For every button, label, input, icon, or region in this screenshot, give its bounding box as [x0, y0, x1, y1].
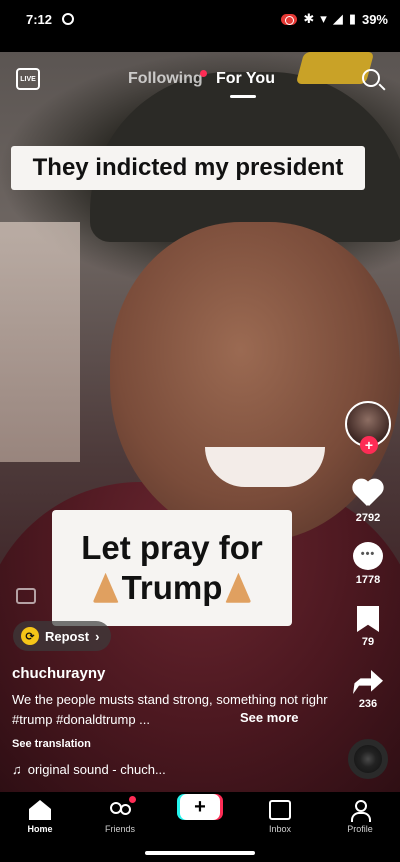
home-icon — [29, 800, 51, 820]
battery-icon: ▮ — [348, 11, 356, 26]
nav-inbox-label: Inbox — [268, 824, 292, 834]
nav-home-label: Home — [27, 824, 53, 834]
see-more-link[interactable]: See more — [240, 710, 299, 725]
search-icon[interactable] — [362, 69, 380, 87]
wifi-icon: ▾ — [320, 11, 327, 26]
see-translation-link[interactable]: See translation — [12, 738, 91, 750]
video-caption-top: They indicted my president — [11, 146, 365, 190]
praying-hands-icon — [92, 572, 119, 603]
gesture-handle[interactable] — [145, 851, 255, 855]
share-arrow-icon — [353, 670, 383, 694]
screen-record-icon — [281, 13, 298, 25]
repost-chip[interactable]: ⟳ Repost › — [13, 621, 112, 651]
music-disc-icon[interactable] — [348, 739, 388, 779]
nav-friends[interactable]: Friends — [80, 792, 160, 842]
like-count: 2792 — [355, 512, 381, 524]
friends-icon — [109, 800, 131, 820]
nav-profile-label: Profile — [347, 824, 373, 834]
nav-create[interactable]: + — [160, 792, 240, 842]
heart-icon — [352, 478, 384, 508]
bottom-navigation: Home Friends + Inbox Profile — [0, 792, 400, 842]
share-button[interactable]: 236 — [340, 670, 396, 710]
save-button[interactable]: 79 — [340, 606, 396, 648]
nav-home[interactable]: Home — [0, 792, 80, 842]
follow-plus-icon[interactable]: + — [360, 436, 378, 454]
video-background-wall — [0, 222, 80, 462]
tab-for-you[interactable]: For You — [216, 70, 275, 88]
profile-icon — [349, 800, 371, 822]
sound-link[interactable]: ♫ original sound - chuch... — [12, 762, 166, 777]
share-count: 236 — [358, 698, 378, 710]
status-right: ✱ ▾ ◢ ▮ 39% — [281, 11, 388, 27]
caption-line-1: Let pray for — [81, 529, 263, 567]
video-caption-middle: Let pray for Trump — [52, 510, 292, 626]
live-icon[interactable]: LIVE — [16, 68, 40, 90]
status-bar: 7:12 ✱ ▾ ◢ ▮ 39% — [0, 0, 400, 38]
nav-inbox[interactable]: Inbox — [240, 792, 320, 842]
create-plus-icon: + — [180, 794, 220, 820]
active-tab-indicator — [230, 95, 256, 98]
bookmark-icon — [357, 606, 379, 632]
status-time: 7:12 — [26, 11, 53, 27]
repost-icon: ⟳ — [21, 627, 39, 645]
music-note-icon: ♫ — [12, 762, 22, 777]
sound-name: original sound - chuch... — [27, 762, 166, 777]
creator-username[interactable]: chuchurayny — [12, 665, 105, 682]
bluetooth-icon: ✱ — [303, 11, 315, 26]
repost-label: Repost — [45, 628, 90, 644]
notification-icon — [62, 13, 75, 25]
like-button[interactable]: 2792 — [340, 478, 396, 524]
nav-profile[interactable]: Profile — [320, 792, 400, 842]
comment-icon — [353, 542, 383, 570]
caption-line-2-text: Trump — [121, 569, 223, 606]
comment-button[interactable]: 1778 — [340, 542, 396, 586]
chevron-right-icon: › — [95, 628, 100, 644]
nav-friends-label: Friends — [104, 824, 135, 834]
battery-percent: 39% — [361, 11, 388, 27]
save-count: 79 — [361, 636, 375, 648]
praying-hands-icon — [225, 572, 252, 603]
captions-icon[interactable] — [16, 588, 36, 604]
friends-notification-dot — [129, 796, 136, 803]
following-notification-dot — [200, 70, 207, 77]
signal-icon: ◢ — [332, 11, 343, 26]
tab-following[interactable]: Following — [128, 70, 203, 88]
inbox-icon — [269, 800, 291, 820]
comment-count: 1778 — [355, 574, 381, 586]
caption-line-2: Trump — [90, 568, 255, 608]
